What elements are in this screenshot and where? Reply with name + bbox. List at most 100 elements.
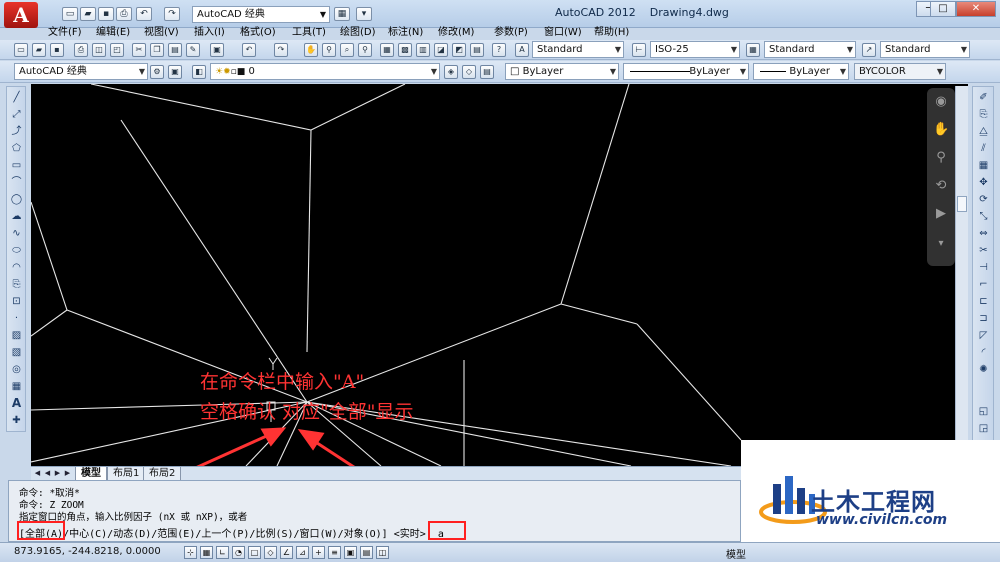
workspace-toggle-icon[interactable]: ▣ — [168, 65, 182, 79]
circle-icon[interactable]: ◯ — [10, 193, 23, 206]
polyline-icon[interactable]: ⤴ — [10, 125, 23, 138]
orbit-icon[interactable]: ⟲ — [933, 178, 949, 194]
draw-order-icon[interactable]: ◱ — [977, 405, 990, 418]
autocad-logo-icon[interactable]: A — [4, 2, 38, 28]
workspace-settings-icon[interactable]: ⚙ — [150, 65, 164, 79]
rotate-icon[interactable]: ⟳ — [977, 193, 990, 206]
new-icon[interactable]: ▭ — [14, 43, 28, 57]
sc-icon[interactable]: ◫ — [376, 546, 389, 559]
make-block-icon[interactable]: ⊡ — [10, 295, 23, 308]
construction-line-icon[interactable]: ⤢ — [10, 108, 23, 121]
restore-button[interactable]: □ — [930, 1, 956, 17]
open-file-icon[interactable]: ▰ — [80, 7, 96, 21]
layer-properties-icon[interactable]: ◧ — [192, 65, 206, 79]
tool-palettes-icon[interactable]: ▥ — [416, 43, 430, 57]
save-icon[interactable]: ▪ — [98, 7, 114, 21]
copy-object-icon[interactable]: ⎘ — [977, 108, 990, 121]
osnap-icon[interactable]: □ — [248, 546, 261, 559]
scale-icon[interactable]: ⤡ — [977, 210, 990, 223]
copy-icon[interactable]: ❐ — [150, 43, 164, 57]
markup-icon[interactable]: ◩ — [452, 43, 466, 57]
make-object-layer-current-icon[interactable]: ◈ — [444, 65, 458, 79]
ellipse-icon[interactable]: ⬭ — [10, 244, 23, 257]
menu-window[interactable]: 窗口(W) — [544, 26, 582, 40]
quick-calc-icon[interactable]: ▤ — [470, 43, 484, 57]
zoom-previous-icon[interactable]: ⚲ — [358, 43, 372, 57]
ortho-icon[interactable]: ∟ — [216, 546, 229, 559]
text-style-dropdown[interactable]: Standard ▼ — [532, 41, 624, 58]
array-icon[interactable]: ▦ — [977, 159, 990, 172]
save-icon[interactable]: ▪ — [50, 43, 64, 57]
steering-wheel-icon[interactable]: ◉ — [933, 94, 949, 110]
layer-state-icon[interactable]: ▤ — [480, 65, 494, 79]
menu-edit[interactable]: 编辑(E) — [96, 26, 130, 40]
rectangle-icon[interactable]: ▭ — [10, 159, 23, 172]
workspace-dropdown[interactable]: AutoCAD 经典 ▼ — [192, 6, 330, 23]
zoom-icon[interactable]: ⚲ — [933, 150, 949, 166]
dyn-icon[interactable]: + — [312, 546, 325, 559]
chamfer-icon[interactable]: ◸ — [977, 329, 990, 342]
menu-view[interactable]: 视图(V) — [144, 26, 179, 40]
plot-preview-icon[interactable]: ◫ — [92, 43, 106, 57]
insert-block-icon[interactable]: ⎘ — [10, 278, 23, 291]
qp-icon[interactable]: ▤ — [360, 546, 373, 559]
lineweight-dropdown[interactable]: ByLayer ▼ — [753, 63, 849, 80]
print-icon[interactable]: ⎙ — [116, 7, 132, 21]
arc-icon[interactable]: ⌒ — [10, 176, 23, 189]
layer-dropdown[interactable]: ☀✹▫■ 0 ▼ — [210, 63, 440, 80]
line-icon[interactable]: ╱ — [10, 91, 23, 104]
menu-format[interactable]: 格式(O) — [240, 26, 276, 40]
menu-draw[interactable]: 绘图(D) — [340, 26, 376, 40]
revision-cloud-icon[interactable]: ☁ — [10, 210, 23, 223]
add-selected-icon[interactable]: ✚ — [10, 414, 23, 427]
table-icon[interactable]: ▦ — [10, 380, 23, 393]
paste-icon[interactable]: ▤ — [168, 43, 182, 57]
design-center-icon[interactable]: ▩ — [398, 43, 412, 57]
vertical-scrollbar[interactable] — [955, 86, 968, 466]
properties-icon[interactable]: ▦ — [380, 43, 394, 57]
open-icon[interactable]: ▰ — [32, 43, 46, 57]
ducs-icon[interactable]: ⊿ — [296, 546, 309, 559]
menu-help[interactable]: 帮助(H) — [594, 26, 629, 40]
hatch-icon[interactable]: ▨ — [10, 329, 23, 342]
polar-icon[interactable]: ◔ — [232, 546, 245, 559]
block-editor-icon[interactable]: ▣ — [210, 43, 224, 57]
next-tab-icon[interactable]: ▶ — [53, 468, 62, 479]
last-tab-icon[interactable]: ▶ — [63, 468, 72, 479]
lwt-icon[interactable]: ≡ — [328, 546, 341, 559]
snap-icon[interactable]: ⊹ — [184, 546, 197, 559]
offset-icon[interactable]: ⫽ — [977, 142, 990, 155]
polygon-icon[interactable]: ⬠ — [10, 142, 23, 155]
new-file-icon[interactable]: ▭ — [62, 7, 78, 21]
undo-icon[interactable]: ↶ — [136, 7, 152, 21]
table-style-icon[interactable]: ▦ — [746, 43, 760, 57]
gradient-icon[interactable]: ▧ — [10, 346, 23, 359]
menu-parametric[interactable]: 参数(P) — [494, 26, 528, 40]
plotstyle-dropdown[interactable]: BYCOLOR ▼ — [854, 63, 946, 80]
tab-layout1[interactable]: 布局1 — [107, 467, 146, 481]
match-properties-icon[interactable]: ✎ — [186, 43, 200, 57]
fillet-icon[interactable]: ◜ — [977, 346, 990, 359]
table-style-dropdown[interactable]: Standard ▼ — [764, 41, 856, 58]
explode-icon[interactable]: ✺ — [977, 363, 990, 376]
mirror-icon[interactable]: ⧋ — [977, 125, 990, 138]
menu-tools[interactable]: 工具(T) — [292, 26, 326, 40]
tab-layout2[interactable]: 布局2 — [143, 467, 182, 481]
ellipse-arc-icon[interactable]: ◠ — [10, 261, 23, 274]
menu-file[interactable]: 文件(F) — [48, 26, 82, 40]
redo-icon[interactable]: ↷ — [274, 43, 288, 57]
break-at-point-icon[interactable]: ⌐ — [977, 278, 990, 291]
prev-tab-icon[interactable]: ◀ — [43, 468, 52, 479]
pan-icon[interactable]: ✋ — [933, 122, 949, 138]
move-icon[interactable]: ✥ — [977, 176, 990, 189]
plot-icon[interactable]: ⎙ — [74, 43, 88, 57]
spline-icon[interactable]: ∿ — [10, 227, 23, 240]
tab-model[interactable]: 模型 — [75, 467, 107, 481]
zoom-realtime-icon[interactable]: ⚲ — [322, 43, 336, 57]
close-button[interactable]: ✕ — [956, 1, 996, 17]
redo-icon[interactable]: ↷ — [164, 7, 180, 21]
text-style-icon[interactable]: A — [515, 43, 529, 57]
dim-style-dropdown[interactable]: ISO-25 ▼ — [650, 41, 740, 58]
sheet-set-icon[interactable]: ◪ — [434, 43, 448, 57]
multiline-text-icon[interactable]: A — [10, 397, 23, 410]
